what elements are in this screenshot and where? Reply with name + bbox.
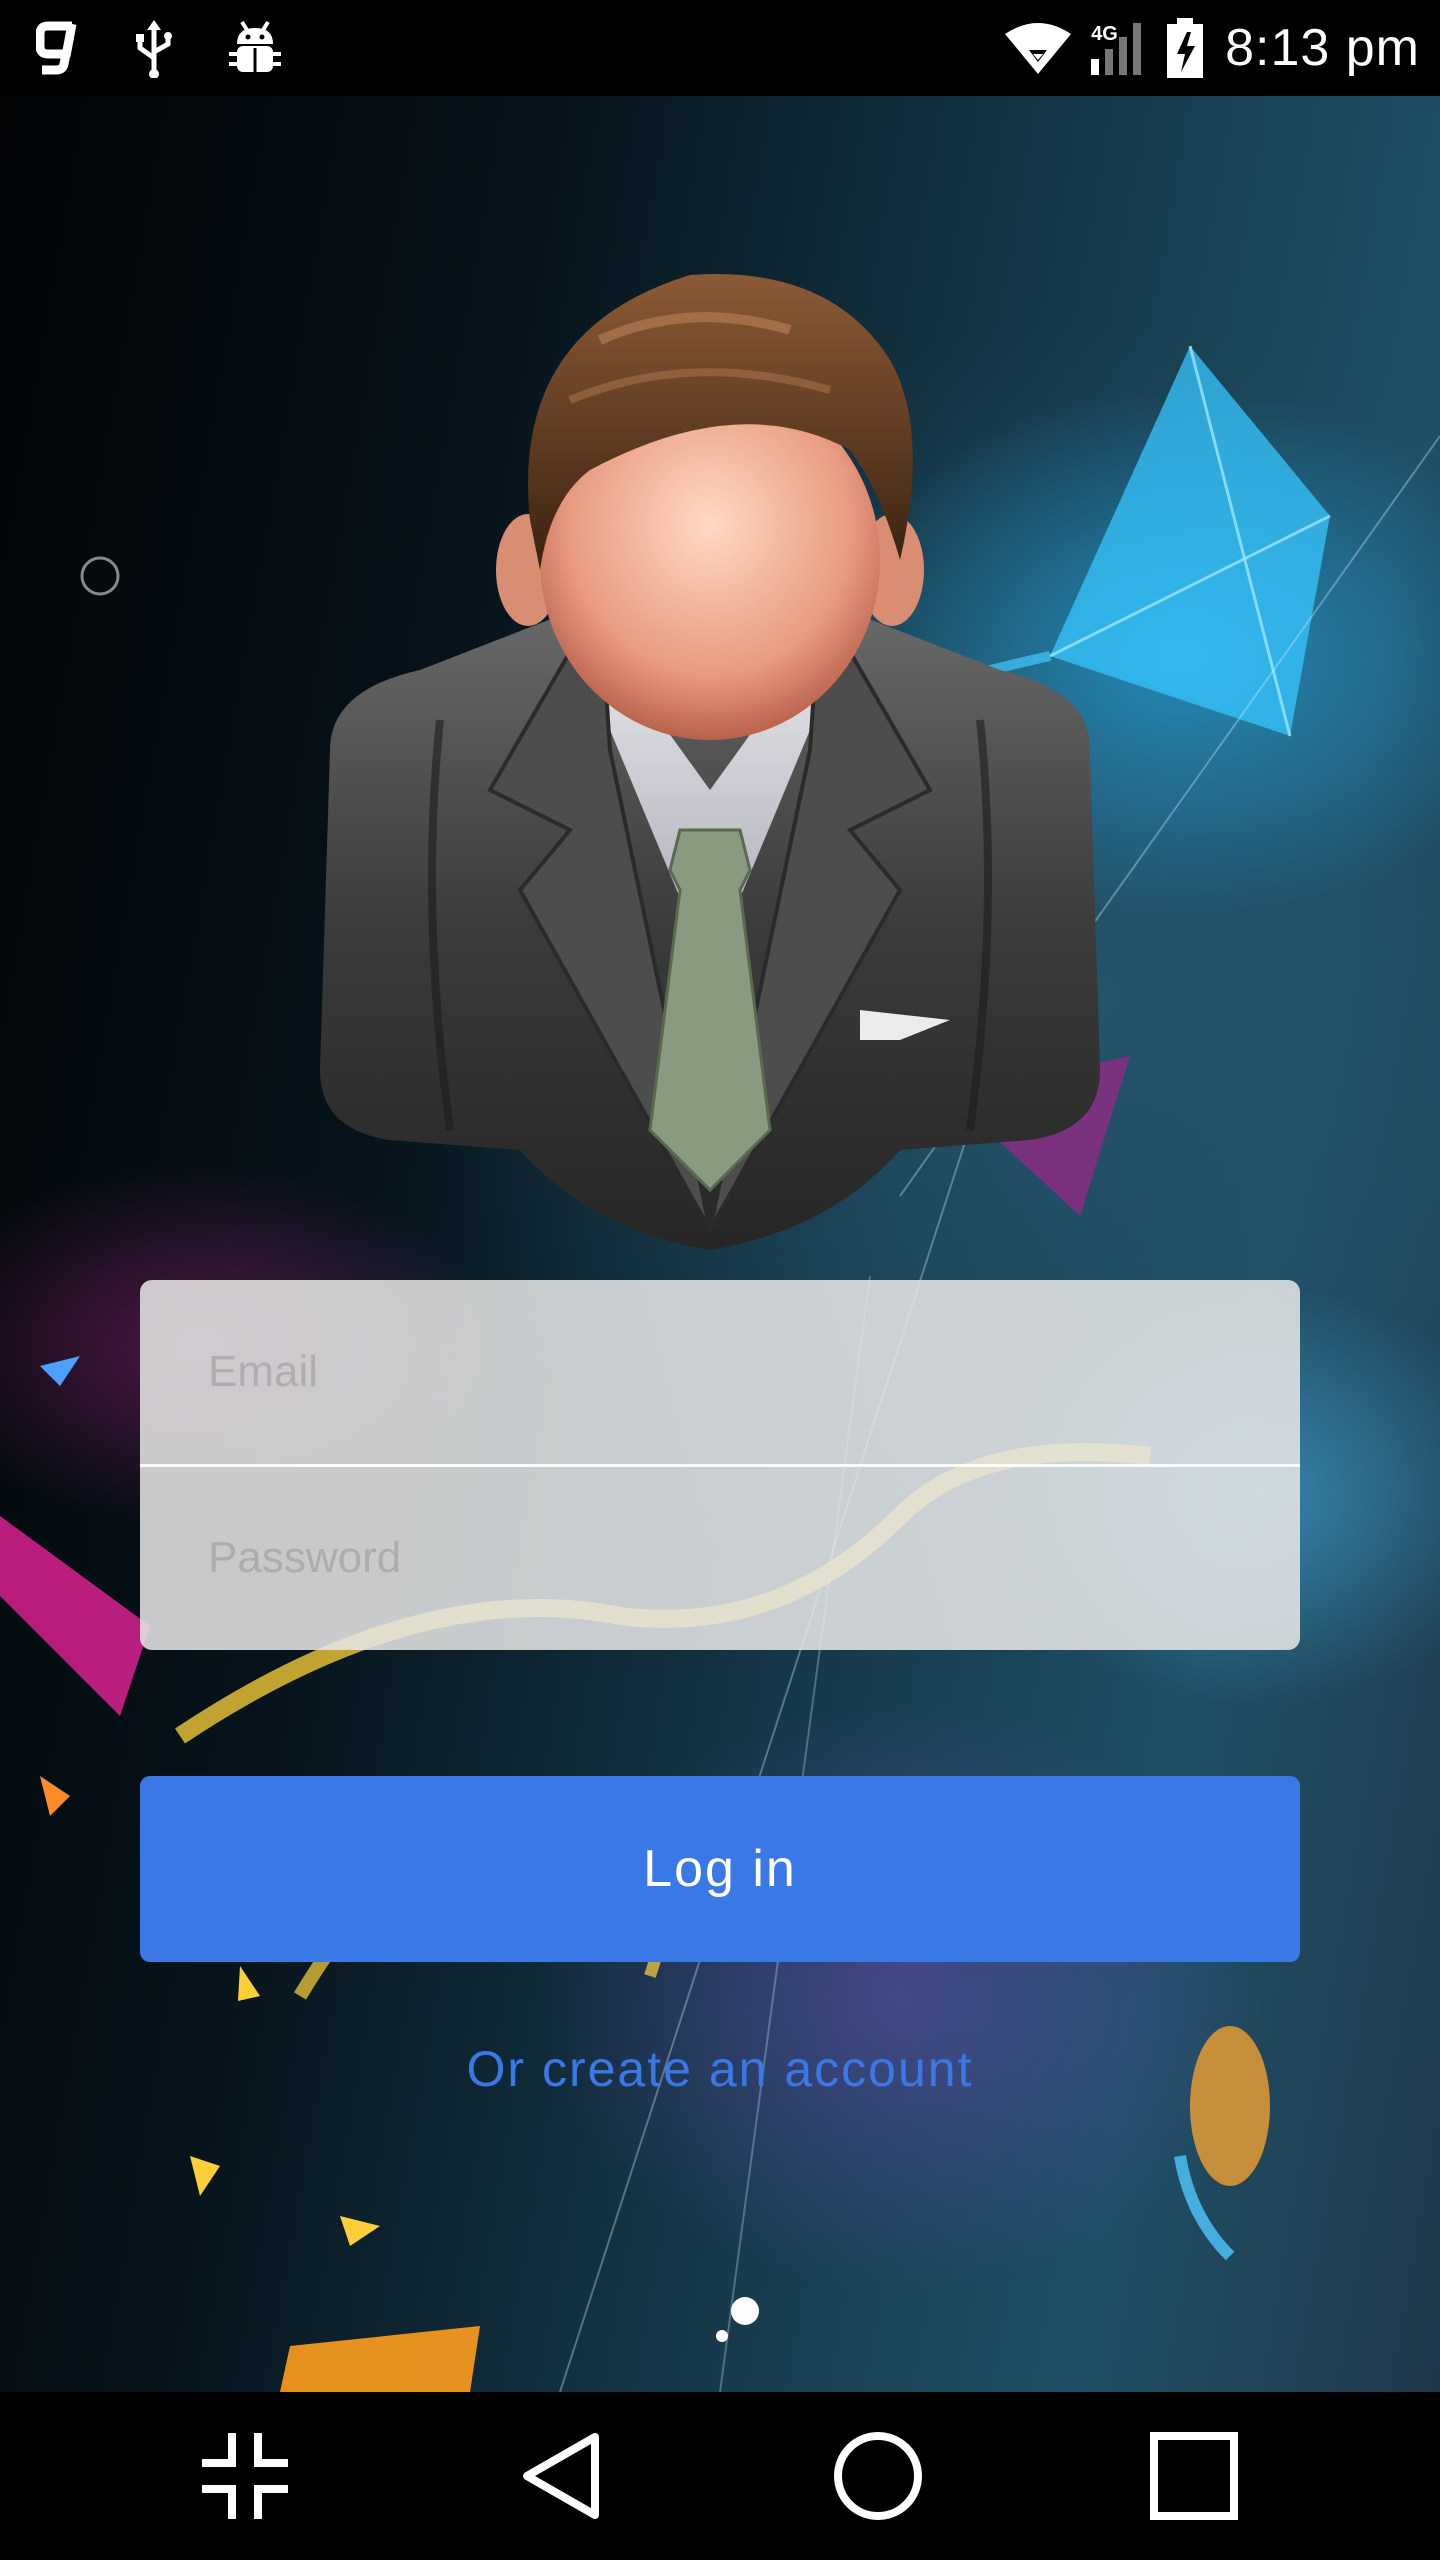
password-input[interactable] <box>208 1466 1268 1650</box>
status-bar-left <box>36 12 282 84</box>
user-avatar-icon <box>270 270 1150 1250</box>
login-button[interactable]: Log in <box>140 1776 1300 1962</box>
status-bar: 4G 8:13 pm <box>0 0 1440 96</box>
signal-icon: 4G <box>1087 17 1151 79</box>
login-form <box>140 1280 1300 1650</box>
password-field-container <box>140 1466 1300 1650</box>
collapse-icon[interactable] <box>195 2426 295 2526</box>
login-screen: 4G 8:13 pm Email Log in Or create an acc… <box>0 0 1440 2560</box>
navigation-bar <box>0 2392 1440 2560</box>
email-field-container <box>140 1280 1300 1467</box>
email-input[interactable] <box>208 1280 1268 1464</box>
g-app-icon <box>36 18 80 78</box>
status-bar-right: 4G 8:13 pm <box>1003 12 1420 84</box>
usb-icon <box>134 18 174 78</box>
back-icon[interactable] <box>512 2426 612 2526</box>
home-icon[interactable] <box>828 2426 928 2526</box>
recents-icon[interactable] <box>1144 2426 1244 2526</box>
status-time: 8:13 pm <box>1225 19 1420 77</box>
battery-charging-icon <box>1165 16 1205 80</box>
wifi-icon <box>1003 20 1073 76</box>
android-debug-icon <box>228 20 282 76</box>
create-account-link[interactable]: Or create an account <box>0 2040 1440 2098</box>
network-type-label: 4G <box>1091 23 1118 45</box>
